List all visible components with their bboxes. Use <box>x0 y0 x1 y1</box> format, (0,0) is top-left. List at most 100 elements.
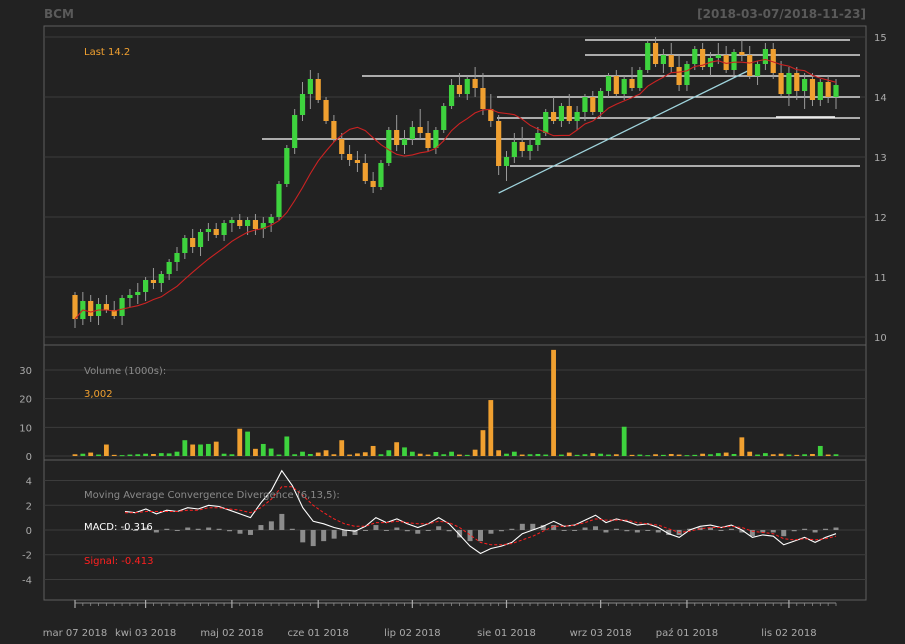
macd-histogram-bar <box>467 530 473 542</box>
macd-histogram-bar <box>247 530 253 535</box>
candle-up <box>645 43 651 70</box>
volume-bar <box>111 454 117 456</box>
macd-histogram-bar <box>206 527 212 530</box>
candle-up <box>307 79 313 94</box>
volume-bar <box>417 453 423 456</box>
volume-bar <box>653 454 658 456</box>
volume-bar <box>661 454 666 456</box>
candle-up <box>229 220 235 223</box>
volume-bar <box>723 452 729 456</box>
macd-histogram-bar <box>791 530 797 532</box>
volume-bar <box>645 455 651 457</box>
macd-panel <box>122 469 839 555</box>
macd-tick-label: 2 <box>26 501 32 512</box>
volume-bar <box>386 450 392 456</box>
macd-histogram-bar <box>394 527 400 530</box>
macd-histogram-bar <box>342 530 348 537</box>
volume-bar <box>464 454 470 456</box>
volume-bar <box>119 455 125 457</box>
volume-bar <box>574 454 580 456</box>
volume-tick-label: 10 <box>19 423 32 434</box>
volume-bar <box>739 437 745 456</box>
candle-up <box>174 253 180 262</box>
candle-up <box>386 130 392 163</box>
volume-bar <box>88 452 94 456</box>
price-tick-label: 14 <box>874 93 887 104</box>
candle-down <box>488 109 494 121</box>
candle-up <box>637 70 643 88</box>
volume-bar <box>245 431 250 456</box>
candle-up <box>464 79 470 94</box>
macd-histogram-bar <box>383 530 389 531</box>
candle-up <box>817 82 823 100</box>
volume-bar <box>731 453 737 456</box>
volume-bar <box>668 453 674 456</box>
candle-up <box>511 142 517 157</box>
volume-bar <box>80 453 86 456</box>
volume-bar <box>268 448 274 456</box>
volume-bar <box>166 453 172 456</box>
macd-histogram-bar <box>415 530 421 534</box>
macd-histogram-bar <box>185 527 191 530</box>
volume-bar <box>488 400 494 456</box>
volume-bar <box>598 453 604 456</box>
macd-histogram-bar <box>582 527 588 530</box>
candle-down <box>472 79 478 88</box>
volume-bar <box>778 453 784 456</box>
x-tick-label: maj 02 2018 <box>200 628 263 639</box>
volume-bar <box>276 454 282 456</box>
volume-bar <box>260 443 266 456</box>
candle-down <box>213 229 219 235</box>
macd-histogram-bar <box>498 530 504 532</box>
macd-histogram-bar <box>300 530 306 543</box>
volume-bar <box>637 454 643 456</box>
candle-up <box>731 52 737 70</box>
volume-bar <box>339 440 345 456</box>
candle-down <box>794 73 800 91</box>
volume-bar <box>323 450 329 456</box>
price-tick-label: 15 <box>874 33 887 44</box>
macd-histogram-bar <box>331 530 337 539</box>
candle-up <box>802 79 808 91</box>
volume-bar <box>802 454 808 456</box>
candle-up <box>558 106 565 121</box>
candle-up <box>401 139 408 145</box>
macd-histogram-bar <box>519 523 525 530</box>
volume-bar <box>425 454 431 456</box>
macd-histogram-bar <box>812 530 818 533</box>
candle-up <box>292 115 298 148</box>
volume-bar <box>378 454 384 456</box>
volume-bar <box>253 448 258 456</box>
volume-bar <box>394 442 400 456</box>
volume-bar <box>331 454 337 456</box>
candle-down <box>825 82 831 97</box>
macd-histogram-bar <box>404 530 410 532</box>
macd-histogram-bar <box>227 530 233 532</box>
macd-histogram-bar <box>362 530 368 531</box>
volume-bar <box>409 451 415 456</box>
macd-histogram-bar <box>446 530 452 532</box>
volume-bar <box>103 444 109 456</box>
macd-histogram-bar <box>436 526 442 530</box>
volume-bar <box>504 453 509 456</box>
candle-up <box>441 106 447 130</box>
volume-bar <box>559 454 564 456</box>
plot-frame <box>43 25 867 601</box>
volume-bar <box>182 440 188 456</box>
volume-bar <box>347 454 352 456</box>
volume-bar <box>355 453 360 456</box>
volume-bar <box>786 454 792 456</box>
candle-down <box>315 79 321 100</box>
volume-bar <box>825 454 831 456</box>
volume-bar <box>472 449 478 456</box>
x-tick-label: paź 01 2018 <box>656 627 718 639</box>
candle-down <box>331 121 337 139</box>
macd-histogram-bar <box>781 530 787 537</box>
macd-histogram-bar <box>572 530 578 531</box>
volume-bar <box>480 430 486 456</box>
candle-up <box>598 91 604 112</box>
candle-down <box>425 133 431 148</box>
candle-down <box>237 220 243 226</box>
volume-bar <box>519 454 525 456</box>
price-tick-label: 11 <box>874 273 887 284</box>
